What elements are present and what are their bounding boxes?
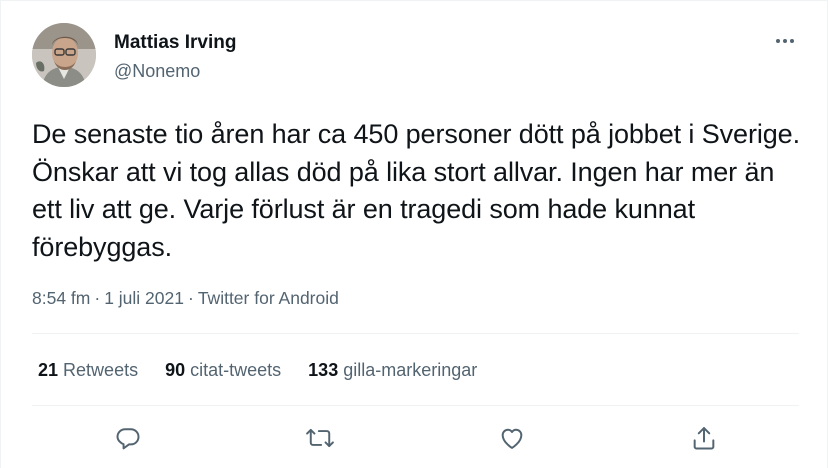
likes-label: gilla-markeringar [343,360,478,380]
quote-tweets-stat[interactable]: 90 citat-tweets [165,358,281,382]
separator: · [94,288,101,308]
share-icon [693,427,715,450]
avatar-image [32,23,96,87]
tweet-source: Twitter for Android [197,288,339,308]
heart-icon [501,428,523,449]
avatar[interactable] [32,23,96,87]
retweets-label: Retweets [63,360,139,380]
more-options-button[interactable] [771,31,799,51]
tweet-text: De senaste tio åren har ca 450 personer … [32,119,800,262]
divider [32,333,799,334]
author-name[interactable]: Mattias Irving [114,31,236,55]
likes-stat[interactable]: 133 gilla-markeringar [308,358,477,382]
tweet-metadata: 8:54 fm · 1 juli 2021 · Twitter for Android [32,286,339,310]
like-button[interactable] [495,421,529,455]
retweet-icon [306,428,334,448]
reply-icon [116,428,140,450]
share-button[interactable] [687,421,721,455]
divider [32,405,799,406]
tweet-date[interactable]: 1 juli 2021 [104,288,184,308]
tweet-time[interactable]: 8:54 fm [32,288,90,308]
retweet-button[interactable] [303,421,337,455]
quote-tweets-count: 90 [165,360,186,380]
separator: · [188,288,194,308]
retweets-stat[interactable]: 21 Retweets [38,358,138,382]
tweet-actions [1,421,828,455]
engagement-stats: 21 Retweets 90 citat-tweets 133 gilla-ma… [38,358,477,382]
tweet-card: Mattias Irving @Nonemo De senaste tio år… [0,0,828,468]
reply-button[interactable] [111,421,145,455]
likes-count: 133 [308,360,339,380]
retweets-count: 21 [38,360,59,380]
author-handle[interactable]: @Nonemo [114,59,200,83]
quote-tweets-label: citat-tweets [190,360,282,380]
more-horizontal-icon [776,39,794,43]
